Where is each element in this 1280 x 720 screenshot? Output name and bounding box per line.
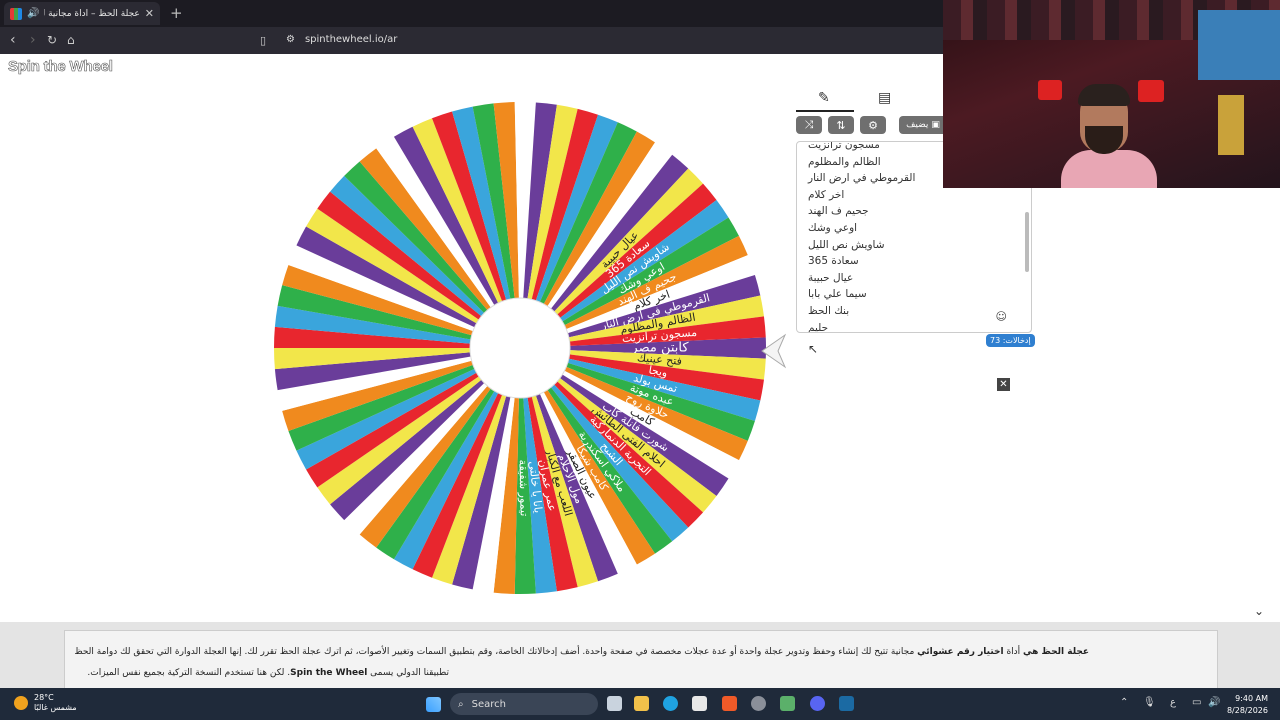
input-language[interactable]: ع [1170, 697, 1176, 708]
studio-sign [1038, 80, 1062, 100]
entry-item: عيال حبيبة [808, 271, 854, 284]
start-windows-icon[interactable] [426, 697, 441, 712]
headphones [1078, 84, 1130, 106]
site-info-icon[interactable]: ⚙ [286, 34, 295, 45]
entry-item: شاويش نص الليل [808, 238, 885, 251]
person-shirt [1061, 150, 1157, 188]
forward-icon[interactable]: › [30, 32, 36, 48]
file-explorer-icon[interactable] [634, 696, 649, 711]
entries-count-badge: إدخالات: 73 [986, 334, 1035, 347]
home-icon[interactable]: ⌂ [67, 33, 75, 47]
emoji-icon[interactable]: ☺ [996, 310, 1007, 323]
window-background [1198, 10, 1280, 80]
entry-item: اوعي وشك [808, 221, 858, 234]
image-icon: ▣ [931, 120, 940, 130]
description-line-2: تطبيقنا الدولي يسمى Spin the Wheel. لكن … [87, 668, 449, 678]
volume-icon[interactable]: 🔊 [1208, 697, 1220, 708]
wheel-svg[interactable]: كابتن مصرفتح عينيكويجاتمس بولدعبده موتةح… [270, 98, 770, 598]
sun-icon [14, 696, 28, 710]
tab-title: عجلة الحظ – أداة مجانية للتدوير [44, 8, 140, 19]
sort-button[interactable]: ⇅ [828, 116, 854, 134]
entries-scrollbar[interactable] [1025, 212, 1029, 272]
edit-pencil-icon[interactable]: ✎ [818, 90, 830, 106]
site-favicon-icon [10, 7, 22, 20]
back-icon[interactable]: ‹ [10, 32, 16, 48]
settings-button[interactable]: ⚙ [860, 116, 886, 134]
browser-tab[interactable]: 🔊 عجلة الحظ – أداة مجانية للتدوير ✕ [4, 2, 160, 25]
entry-item: سيما علي بابا [808, 288, 867, 301]
webcam-overlay [943, 0, 1280, 188]
discord-icon[interactable] [810, 696, 825, 711]
description-line-1: عجلة الحظ هي أداة اختيار رقم عشوائي مجان… [74, 647, 1089, 657]
system-clock[interactable]: 9:40 AM 8/28/2026 [1227, 693, 1268, 717]
weather-text: مشمس غالبًا [34, 703, 77, 712]
clock-date: 8/28/2026 [1226, 706, 1268, 715]
results-clipboard-icon[interactable]: ▤ [878, 90, 891, 106]
url-field[interactable]: ⚙ spinthewheel.io/ar [286, 34, 397, 45]
speaker-icon[interactable]: 🔊 [27, 8, 39, 19]
wheel-hub[interactable] [469, 297, 571, 399]
reload-icon[interactable]: ↻ [47, 33, 57, 47]
weather-widget[interactable]: 28°C مشمس غالبًا [14, 693, 77, 713]
task-view-icon[interactable] [607, 696, 622, 711]
settings-app-icon[interactable] [751, 696, 766, 711]
on-air-sign [1138, 80, 1164, 102]
footer-section: عجلة الحظ هي أداة اختيار رقم عشوائي مجان… [0, 622, 1280, 691]
gear-icon: ⚙ [868, 118, 878, 132]
spin-wheel[interactable]: كابتن مصر فتح عينيك ويجا تمس بولد عبده موتة ح… [270, 98, 770, 598]
sort-icon: ⇅ [836, 118, 846, 132]
app-icon[interactable] [780, 696, 795, 711]
entry-item: سعادة 365 [808, 255, 859, 268]
display-icon[interactable]: ▭ [1192, 697, 1201, 708]
store-icon[interactable] [692, 696, 707, 711]
edge-icon[interactable] [663, 696, 678, 711]
close-ad-icon[interactable]: ✕ [997, 378, 1010, 391]
mic-icon[interactable]: 🎙 [1143, 697, 1156, 708]
entry-item: اخر كلام [808, 188, 845, 201]
search-label: Search [471, 698, 506, 710]
new-tab-button[interactable]: + [170, 4, 183, 22]
shuffle-icon: ⤨ [804, 118, 814, 131]
chevron-down-icon[interactable]: ⌄ [1254, 604, 1264, 618]
tray-chevron-icon[interactable]: ⌃ [1120, 697, 1128, 708]
site-logo[interactable]: Spin the Wheel [8, 58, 114, 76]
shuffle-button[interactable]: ⤨ [796, 116, 822, 134]
url-text: spinthewheel.io/ar [304, 34, 398, 45]
windows-taskbar: 28°C مشمس غالبًا ⌕ Search ⌃ 🎙 ع ▭ 🔊 9:40… [0, 688, 1280, 720]
search-icon: ⌕ [458, 698, 464, 710]
entry-item: جحيم ف الهند [808, 205, 869, 218]
taskbar-search[interactable]: ⌕ Search [450, 693, 598, 715]
temperature: 28°C [34, 693, 54, 702]
panel-toolbar: ⤨ ⇅ ⚙ [796, 116, 886, 138]
description-box: عجلة الحظ هي أداة اختيار رقم عشوائي مجان… [64, 630, 1218, 691]
bookmark-icon[interactable]: ▯ [260, 34, 266, 47]
poster [1218, 95, 1244, 155]
add-image-button[interactable]: يضيف ▣ [899, 116, 947, 134]
add-label: يضيف [906, 120, 929, 130]
wheel-label: تيمور شفيقة [516, 459, 530, 516]
steam-icon[interactable] [839, 696, 854, 711]
clock-time: 9:40 AM [1235, 694, 1268, 703]
wheel-pointer-icon [761, 333, 786, 369]
tab-close-icon[interactable]: ✕ [145, 7, 154, 20]
brave-icon[interactable] [722, 696, 737, 711]
active-tab-indicator [796, 110, 854, 112]
